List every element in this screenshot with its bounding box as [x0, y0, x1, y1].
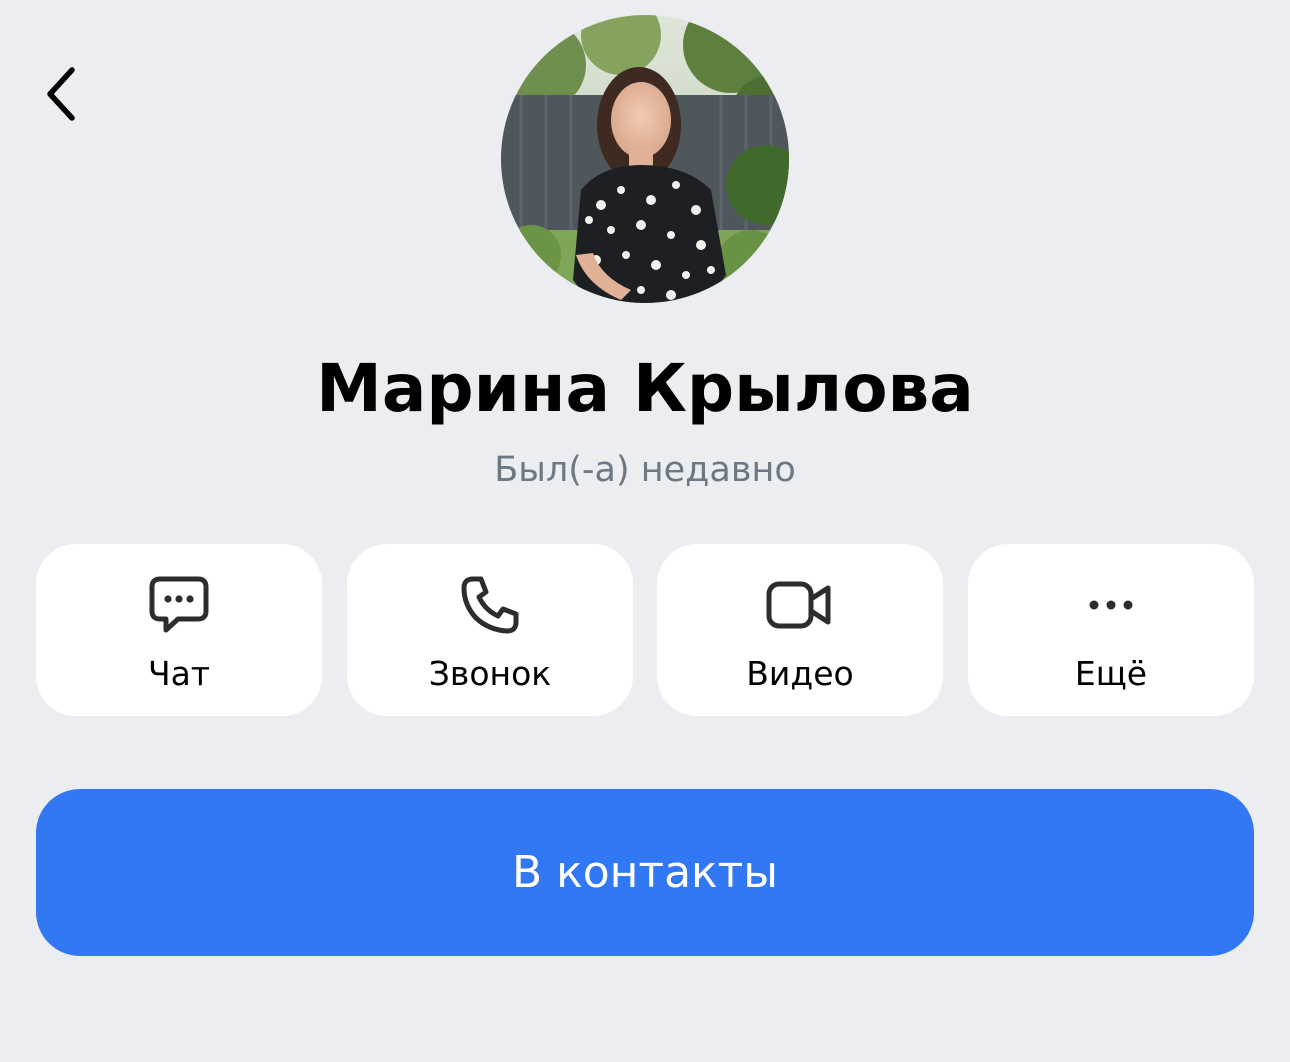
avatar-photo — [501, 15, 789, 303]
chat-label: Чат — [147, 654, 211, 693]
phone-icon — [461, 576, 519, 634]
video-camera-icon — [766, 581, 831, 629]
more-button[interactable]: Ещё — [968, 544, 1254, 716]
chevron-left-icon — [47, 67, 75, 121]
more-label: Ещё — [1074, 654, 1148, 693]
more-dots-icon — [1089, 600, 1133, 610]
video-label: Видео — [746, 654, 854, 693]
add-to-contacts-label: В контакты — [512, 847, 778, 898]
video-button[interactable]: Видео — [657, 544, 943, 716]
chat-bubble-icon — [149, 576, 209, 633]
profile-status: Был(-а) недавно — [494, 450, 796, 490]
profile-name: Марина Крылова — [316, 350, 974, 427]
call-label: Звонок — [428, 654, 552, 693]
back-button[interactable] — [30, 58, 94, 130]
chat-button[interactable]: Чат — [36, 544, 322, 716]
avatar[interactable] — [501, 15, 789, 303]
call-button[interactable]: Звонок — [347, 544, 633, 716]
action-bar: Чат Звонок Видео Ещё — [36, 544, 1254, 716]
add-to-contacts-button[interactable]: В контакты — [36, 789, 1254, 956]
